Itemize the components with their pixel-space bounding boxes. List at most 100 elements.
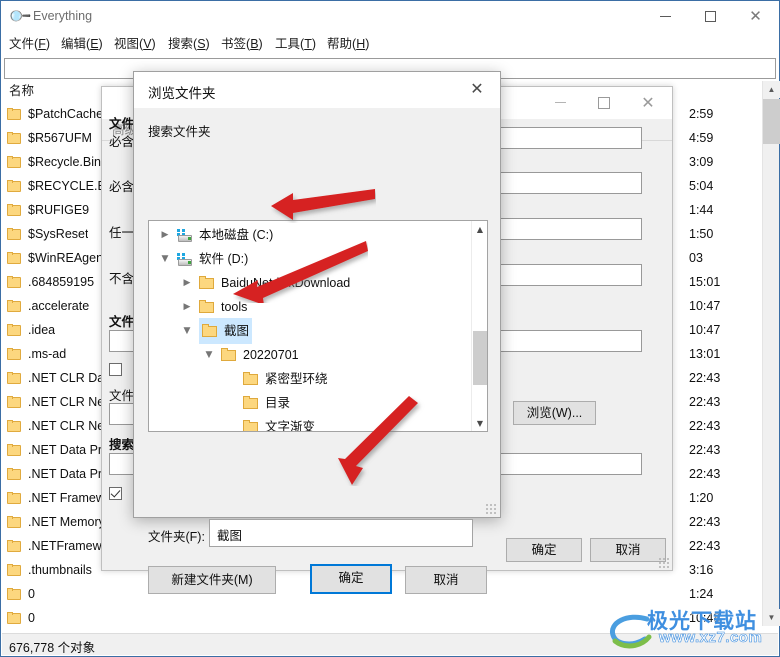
new-folder-button[interactable]: 新建文件夹(M) [148,566,276,594]
tree-node-label-inner: 文字渐变 [243,415,315,431]
folder-icon [243,396,259,410]
menu-search[interactable]: 搜索(S) [166,35,212,53]
tree-node-label: BaiduNetdiskDownload [221,276,351,290]
folder-icon [7,563,22,577]
chevron-down-icon[interactable]: ▼ [179,319,195,343]
advanced-ok-button[interactable]: 确定 [506,538,582,562]
advanced-maximize-icon [598,96,610,109]
result-date-cell: 5:04 [689,179,714,193]
tree-node[interactable]: ▶ tools [149,295,471,319]
scroll-down-icon[interactable]: ▼ [763,609,780,626]
tree-node[interactable]: ▼ 20220701 [149,343,471,367]
scrollbar-thumb[interactable] [763,99,780,144]
result-name-cell: 0 [7,582,35,606]
browse-button[interactable]: 浏览(W)... [513,401,596,425]
advanced-maximize-button[interactable] [582,87,626,118]
tree-node-label-inner: 20220701 [221,343,299,367]
folder-icon [7,131,22,145]
result-name-label: $R567UFM [28,131,92,145]
folder-icon [7,347,22,361]
tree-node[interactable]: 文字渐变 [149,415,471,431]
menu-help[interactable]: 帮助(H) [325,35,371,53]
folder-tree[interactable]: ▶ 本地磁盘 (C:) ▼ 软件 (D:) ▶ BaiduNetdiskDownload ▶… [148,220,488,432]
result-date-cell: 03 [689,251,703,265]
tree-node[interactable]: ▶ BaiduNetdiskDownload [149,271,471,295]
maximize-button[interactable] [688,1,733,32]
minimize-icon [660,16,671,17]
tree-scrollbar-thumb[interactable] [473,331,487,385]
result-date-cell: 22:43 [689,467,721,481]
results-vertical-scrollbar[interactable]: ▲ ▼ [762,81,780,626]
tree-node-label: 软件 (D:) [199,252,249,266]
result-name-label: $Recycle.Bin [28,155,101,169]
result-date-cell: 1:20 [689,491,714,505]
maximize-icon [705,11,716,22]
table-row[interactable]: 0 10:48 [3,606,777,626]
result-date-cell: 10:47 [689,323,721,337]
checkbox-search-option[interactable] [109,487,122,500]
chevron-right-icon[interactable]: ▶ [179,295,195,319]
result-name-label: .thumbnails [28,563,92,577]
tree-node[interactable]: ▶ 本地磁盘 (C:) [149,223,471,247]
result-date-cell: 22:43 [689,539,721,553]
section-filename-heading: 文件 [109,315,135,329]
folder-browser-prompt: 搜索文件夹 [148,125,211,139]
folder-browser-ok-button[interactable]: 确定 [310,564,392,594]
folder-icon [7,251,22,265]
tree-node[interactable]: ▼ 软件 (D:) [149,247,471,271]
folder-icon [221,348,237,362]
folder-tree-scrollbar[interactable]: ▲ ▼ [471,221,487,431]
tree-node[interactable]: 目录 [149,391,471,415]
result-name-label: .NET CLR Net [28,395,108,409]
column-header-name[interactable]: 名称 [9,81,35,101]
label-any-of: 任一 [109,226,135,240]
section-search-heading: 搜索 [109,438,135,452]
folder-browser-close-button[interactable]: ✕ [455,72,499,105]
folder-icon [7,515,22,529]
tree-node-label-wrap: 本地磁盘 (C:) [177,223,273,247]
chevron-down-icon[interactable]: ▼ [157,247,173,271]
tree-scroll-up-icon[interactable]: ▲ [472,221,487,237]
menu-tools[interactable]: 工具(T) [273,35,318,53]
close-button[interactable]: ✕ [733,1,778,32]
menu-file[interactable]: 文件(F) [7,35,52,53]
menu-file-label: 文件 [9,37,35,51]
menu-view[interactable]: 视图(V) [112,35,158,53]
scroll-up-icon[interactable]: ▲ [763,81,780,98]
chevron-right-icon[interactable]: ▶ [157,223,173,247]
advanced-minimize-button[interactable] [538,87,582,118]
minimize-button[interactable] [643,1,688,32]
checkbox-match-case[interactable] [109,363,122,376]
advanced-cancel-button[interactable]: 取消 [590,538,666,562]
result-name-cell: .idea [7,318,55,342]
chevron-down-icon[interactable]: ▼ [201,343,217,367]
result-name-label: 0 [28,587,35,601]
result-name-label: .684859195 [28,275,95,289]
result-date-cell: 2:59 [689,107,714,121]
chevron-right-icon[interactable]: ▶ [179,271,195,295]
folder-browser-cancel-button[interactable]: 取消 [405,566,487,594]
advanced-close-button[interactable]: ✕ [626,87,670,118]
folder-icon [7,587,22,601]
advanced-resize-grip[interactable] [658,557,669,568]
result-name-label: $SysReset [28,227,89,241]
tree-node[interactable]: ▼ 截图 [149,318,471,344]
result-name-cell: .NETFramewo [7,534,109,558]
menu-bookmark[interactable]: 书签(B) [219,35,265,53]
result-name-cell: .thumbnails [7,558,92,582]
folder-icon [7,275,22,289]
result-name-cell: .NET Memory [7,510,105,534]
tree-scroll-down-icon[interactable]: ▼ [472,415,487,431]
advanced-minimize-icon [554,102,566,103]
tree-node-label-inner: 目录 [243,391,290,415]
folder-browser-resize-grip[interactable] [485,503,496,514]
menu-edit[interactable]: 编辑(E) [59,35,105,53]
menu-search-accel: S [197,37,206,51]
menu-bar: 文件(F) 编辑(E) 视图(V) 搜索(S) 书签(B) 工具(T) 帮助(H… [1,32,779,56]
folder-name-input[interactable]: 截图 [209,519,473,547]
folder-icon [7,179,22,193]
tree-node[interactable]: 紧密型环绕 [149,367,471,391]
menu-edit-label: 编辑 [61,37,87,51]
result-date-cell: 3:09 [689,155,714,169]
result-date-cell: 15:01 [689,275,721,289]
